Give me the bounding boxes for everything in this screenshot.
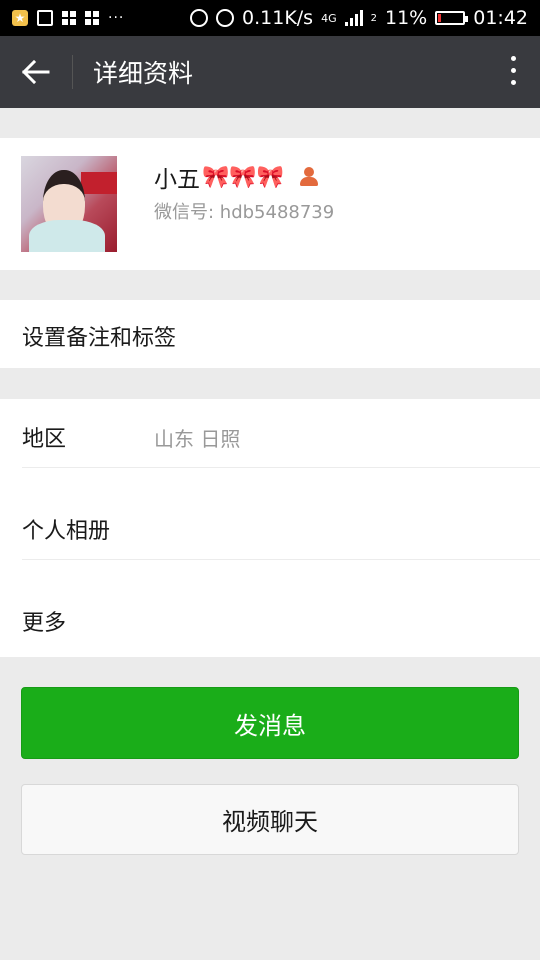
- network-type: 4G: [321, 11, 337, 25]
- back-arrow-icon[interactable]: [0, 36, 72, 108]
- divider: [22, 467, 540, 468]
- set-remark-label: 设置备注和标签: [22, 326, 177, 351]
- status-bar: ★ ··· 0.11K/s 4G 2 11% 01:42: [0, 0, 540, 36]
- gender-badge-icon: [298, 166, 320, 188]
- page-title: 详细资料: [93, 59, 194, 88]
- nfc-icon: [190, 9, 209, 27]
- region-row: 地区 山东 日照: [0, 399, 540, 485]
- signal-icon: [344, 10, 363, 26]
- network-speed: 0.11K/s: [242, 7, 314, 29]
- avatar[interactable]: [21, 156, 117, 252]
- set-remark-item[interactable]: 设置备注和标签: [0, 300, 540, 368]
- wechat-id: 微信号: hdb5488739: [154, 202, 335, 223]
- album-row[interactable]: 个人相册: [0, 491, 540, 577]
- apps-icon: [62, 11, 76, 25]
- battery-percent: 11%: [385, 7, 428, 29]
- info-list: 地区 山东 日照 个人相册 更多: [0, 399, 540, 657]
- bow-emoji: 🎀🎀🎀: [202, 164, 285, 190]
- apps-icon: [85, 11, 99, 25]
- contact-name: 小五 🎀🎀🎀: [154, 160, 320, 194]
- more-notifications-icon: ···: [108, 10, 125, 26]
- alarm-icon: [216, 9, 235, 27]
- region-value: 山东 日照: [154, 427, 241, 451]
- region-label: 地区: [22, 427, 67, 452]
- album-label: 个人相册: [22, 519, 111, 544]
- app-bar: 详细资料: [0, 36, 540, 108]
- image-icon: [37, 10, 53, 26]
- sim-slot: 2: [370, 12, 377, 24]
- divider: [22, 559, 540, 560]
- more-menu-icon[interactable]: [511, 56, 516, 85]
- app-star-icon: ★: [12, 10, 28, 26]
- contact-name-text: 小五: [154, 167, 200, 193]
- clock: 01:42: [473, 7, 528, 29]
- battery-icon: [435, 11, 469, 25]
- video-call-button[interactable]: 视频聊天: [21, 784, 519, 855]
- appbar-divider: [72, 55, 73, 89]
- more-row[interactable]: 更多: [0, 583, 540, 669]
- more-label: 更多: [22, 611, 67, 636]
- send-message-button[interactable]: 发消息: [21, 687, 519, 759]
